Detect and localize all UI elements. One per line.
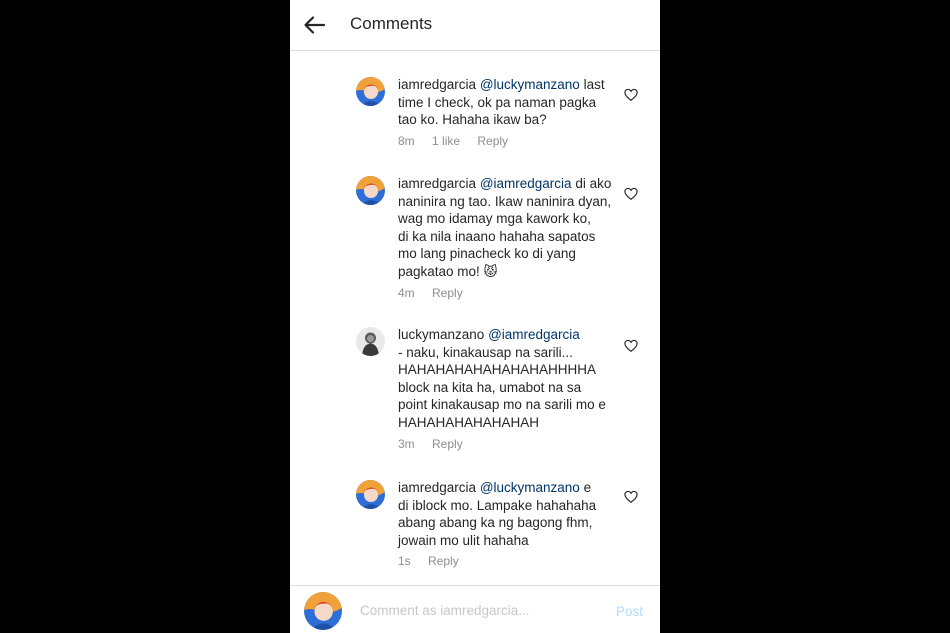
comment-time: 1s (398, 554, 411, 568)
comment-mention[interactable]: @luckymanzano (480, 480, 580, 495)
comment-meta: 8m 1 like Reply (398, 134, 522, 148)
comment-line: time I check, ok pa naman pagka (398, 94, 597, 110)
reply-button[interactable]: Reply (428, 554, 459, 568)
like-button[interactable] (624, 187, 638, 201)
comment-username[interactable]: iamredgarcia (398, 480, 476, 495)
reply-button[interactable]: Reply (432, 437, 463, 451)
comment-line: block na kita ha, umabot na sa (398, 379, 582, 395)
comment-line: point kinakausap mo na sarili mo e (398, 397, 606, 412)
comment-username[interactable]: luckymanzano (398, 327, 484, 342)
comment-line: e (579, 480, 592, 495)
like-button[interactable] (624, 88, 638, 102)
comment-time: 4m (398, 286, 415, 300)
red-avatar-icon (356, 480, 385, 509)
comment-text: iamredgarcia @iamredgarcia di ako nanini… (398, 175, 613, 280)
comment-meta: 3m Reply (398, 437, 477, 451)
comment-text: iamredgarcia @luckymanzano last time I c… (398, 76, 613, 129)
header-bar: Comments (290, 0, 660, 51)
comment-line: HAHAHAHAHAHAHAH (398, 414, 540, 430)
heart-outline-icon (624, 490, 638, 503)
like-button[interactable] (624, 339, 638, 353)
comment-composer: Post (290, 585, 660, 633)
post-button[interactable]: Post (616, 604, 643, 619)
comment-line: jowain mo ulit hahaha (398, 532, 529, 548)
avatar (304, 592, 342, 630)
comment-line: tao ko. Hahaha ikaw ba? (398, 112, 547, 127)
comment-line: HAHAHAHAHAHAHAHAHHHHA (398, 362, 597, 377)
comment-text: luckymanzano @iamredgarcia - naku, kinak… (398, 326, 613, 431)
lucky-avatar-icon (356, 327, 385, 356)
avatar[interactable] (356, 327, 385, 356)
comment-line: abang abang ka ng bagong fhm, (398, 515, 593, 530)
avatar[interactable] (356, 480, 385, 509)
comment-mention[interactable]: @iamredgarcia (488, 327, 580, 342)
heart-outline-icon (624, 339, 638, 352)
comment-mention[interactable]: @luckymanzano (480, 77, 580, 92)
comment-text: iamredgarcia @luckymanzano e di iblock m… (398, 479, 613, 549)
like-button[interactable] (624, 490, 638, 504)
back-button[interactable] (302, 12, 328, 38)
comment-line: di iblock mo. Lampake hahahaha (398, 497, 597, 513)
comment-time: 3m (398, 437, 415, 451)
arrow-left-icon (304, 16, 326, 34)
page-title: Comments (350, 14, 433, 33)
comment-line: naninira ng tao. Ikaw naninira dyan, (398, 193, 612, 209)
comment-line: mo lang pinacheck ko di yang (398, 246, 576, 261)
reply-button[interactable]: Reply (432, 286, 463, 300)
avatar[interactable] (356, 77, 385, 106)
red-avatar-icon (356, 176, 385, 205)
comment-meta: 1s Reply (398, 554, 473, 568)
comment-time: 8m (398, 134, 415, 148)
comment-meta: 4m Reply (398, 286, 477, 300)
avatar[interactable] (356, 176, 385, 205)
comment-username[interactable]: iamredgarcia (398, 77, 476, 92)
comment-line: di ka nila inaano hahaha sapatos (398, 228, 596, 244)
red-avatar-icon (304, 592, 342, 630)
comment-input[interactable] (360, 600, 600, 620)
reply-button[interactable]: Reply (477, 134, 508, 148)
comment-likes[interactable]: 1 like (432, 134, 460, 148)
comment-username[interactable]: iamredgarcia (398, 176, 476, 191)
heart-outline-icon (624, 88, 638, 101)
comment-mention[interactable]: @iamredgarcia (480, 176, 572, 191)
red-avatar-icon (356, 77, 385, 106)
comment-line: - naku, kinakausap na sarili... (398, 344, 573, 360)
comment-line: last (579, 77, 605, 92)
comment-line: di ako (571, 176, 612, 191)
comment-line: wag mo idamay mga kawork ko, (398, 211, 591, 226)
comment-line: pagkatao mo! 😾 (398, 263, 498, 279)
comments-screen: Comments iamredgarcia @luckymanzano last… (290, 0, 660, 633)
heart-outline-icon (624, 187, 638, 200)
